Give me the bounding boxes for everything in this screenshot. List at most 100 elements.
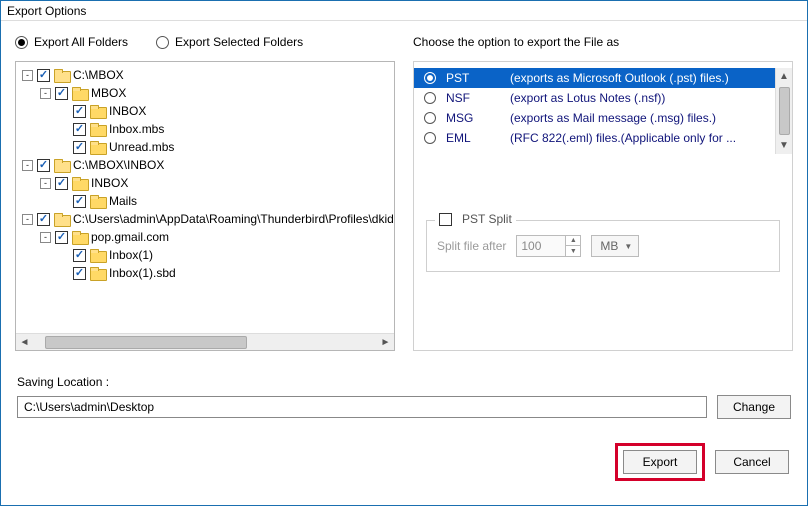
tree-expander-icon[interactable]: - bbox=[40, 88, 51, 99]
export-format-heading: Choose the option to export the File as bbox=[413, 31, 793, 53]
tree-item-label: pop.gmail.com bbox=[91, 230, 169, 244]
tree-item-label: Inbox(1) bbox=[109, 248, 153, 262]
tree-row[interactable]: Unread.mbs bbox=[16, 138, 394, 156]
horizontal-scrollbar[interactable]: ◄ ► bbox=[16, 333, 394, 350]
tree-checkbox[interactable] bbox=[55, 87, 68, 100]
tree-checkbox[interactable] bbox=[37, 213, 50, 226]
tree-row[interactable]: INBOX bbox=[16, 102, 394, 120]
change-button[interactable]: Change bbox=[717, 395, 791, 419]
tree-row[interactable]: - INBOX bbox=[16, 174, 394, 192]
tree-checkbox[interactable] bbox=[73, 195, 86, 208]
tree-item-label: MBOX bbox=[91, 86, 126, 100]
tree-item-label: INBOX bbox=[91, 176, 128, 190]
split-size-field[interactable] bbox=[517, 236, 565, 256]
radio-export-selected[interactable]: Export Selected Folders bbox=[156, 35, 303, 49]
format-name: MSG bbox=[446, 111, 500, 125]
folder-icon bbox=[90, 123, 105, 135]
format-box: ▲ ▼ PST (exports as Microsoft Outlook (.p… bbox=[413, 61, 793, 351]
pst-split-legend-text: PST Split bbox=[462, 212, 512, 226]
tree-row[interactable]: -C:\Users\admin\AppData\Roaming\Thunderb… bbox=[16, 210, 394, 228]
folder-panel: Export All Folders Export Selected Folde… bbox=[15, 31, 395, 351]
scroll-thumb[interactable] bbox=[779, 87, 790, 135]
export-button[interactable]: Export bbox=[623, 450, 697, 474]
export-highlight: Export bbox=[615, 443, 705, 481]
tree-expander-icon[interactable]: - bbox=[22, 160, 33, 171]
scroll-down-icon[interactable]: ▼ bbox=[776, 137, 793, 154]
folder-icon bbox=[54, 69, 69, 81]
tree-expander-icon[interactable]: - bbox=[40, 178, 51, 189]
tree-row[interactable]: Inbox.mbs bbox=[16, 120, 394, 138]
tree-item-label: INBOX bbox=[109, 104, 146, 118]
folder-tree-viewport[interactable]: -C:\MBOX-MBOXINBOXInbox.mbsUnread.mbs-C:… bbox=[16, 62, 394, 333]
vertical-scrollbar[interactable]: ▲ ▼ bbox=[775, 68, 792, 154]
scroll-up-icon[interactable]: ▲ bbox=[776, 68, 793, 85]
tree-expander-icon[interactable]: - bbox=[40, 232, 51, 243]
tree-row[interactable]: - MBOX bbox=[16, 84, 394, 102]
radio-dot-icon bbox=[424, 92, 436, 104]
folder-icon bbox=[72, 231, 87, 243]
scroll-left-icon[interactable]: ◄ bbox=[16, 334, 33, 351]
export-format-panel: Choose the option to export the File as … bbox=[413, 31, 793, 351]
tree-row[interactable]: Inbox(1).sbd bbox=[16, 264, 394, 282]
format-option-pst[interactable]: PST (exports as Microsoft Outlook (.pst) … bbox=[414, 68, 792, 88]
folder-icon bbox=[54, 159, 69, 171]
spin-down-icon[interactable]: ▼ bbox=[565, 246, 580, 256]
folder-icon bbox=[72, 87, 87, 99]
cancel-button[interactable]: Cancel bbox=[715, 450, 789, 474]
tree-checkbox[interactable] bbox=[73, 249, 86, 262]
radio-label: Export All Folders bbox=[34, 35, 128, 49]
radio-export-all[interactable]: Export All Folders bbox=[15, 35, 128, 49]
tree-item-label: Unread.mbs bbox=[109, 140, 174, 154]
scroll-right-icon[interactable]: ► bbox=[377, 334, 394, 351]
pst-split-fieldset: PST Split Split file after ▲ ▼ bbox=[426, 220, 780, 272]
format-option-msg[interactable]: MSG(exports as Mail message (.msg) files… bbox=[414, 108, 792, 128]
format-name: PST bbox=[446, 71, 500, 85]
radio-label: Export Selected Folders bbox=[175, 35, 303, 49]
tree-expander-icon[interactable]: - bbox=[22, 70, 33, 81]
tree-expander-icon[interactable]: - bbox=[22, 214, 33, 225]
scope-radio-group: Export All Folders Export Selected Folde… bbox=[15, 31, 395, 53]
split-size-input[interactable]: ▲ ▼ bbox=[516, 235, 581, 257]
saving-location-input[interactable] bbox=[17, 396, 707, 418]
radio-dot-icon bbox=[15, 36, 28, 49]
tree-row[interactable]: - pop.gmail.com bbox=[16, 228, 394, 246]
tree-checkbox[interactable] bbox=[73, 105, 86, 118]
saving-location-area: Saving Location : Change Export Cancel bbox=[15, 375, 793, 481]
dialog-actions: Export Cancel bbox=[17, 443, 791, 481]
tree-row[interactable]: -C:\MBOX\INBOX bbox=[16, 156, 394, 174]
format-desc: (export as Lotus Notes (.nsf)) bbox=[510, 91, 784, 105]
pst-split-legend[interactable]: PST Split bbox=[435, 212, 516, 226]
format-name: NSF bbox=[446, 91, 500, 105]
tree-checkbox[interactable] bbox=[73, 141, 86, 154]
scroll-thumb[interactable] bbox=[33, 334, 377, 351]
radio-dot-icon bbox=[424, 132, 436, 144]
format-option-eml[interactable]: EML(RFC 822(.eml) files.(Applicable only… bbox=[414, 128, 792, 148]
tree-row[interactable]: -C:\MBOX bbox=[16, 66, 394, 84]
tree-checkbox[interactable] bbox=[37, 69, 50, 82]
folder-icon bbox=[90, 195, 105, 207]
format-option-nsf[interactable]: NSF (export as Lotus Notes (.nsf)) bbox=[414, 88, 792, 108]
tree-item-label: Inbox(1).sbd bbox=[109, 266, 176, 280]
format-name: EML bbox=[446, 131, 500, 145]
spin-up-icon[interactable]: ▲ bbox=[565, 236, 580, 246]
spinner[interactable]: ▲ ▼ bbox=[565, 236, 580, 256]
tree-checkbox[interactable] bbox=[73, 123, 86, 136]
tree-checkbox[interactable] bbox=[55, 177, 68, 190]
radio-dot-icon bbox=[424, 72, 436, 84]
tree-checkbox[interactable] bbox=[55, 231, 68, 244]
folder-icon bbox=[90, 249, 105, 261]
folder-icon bbox=[90, 141, 105, 153]
tree-row[interactable]: Inbox(1) bbox=[16, 246, 394, 264]
window-title: Export Options bbox=[1, 1, 807, 21]
radio-dot-icon bbox=[424, 112, 436, 124]
format-desc: (exports as Microsoft Outlook (.pst) fil… bbox=[510, 71, 784, 85]
format-list: ▲ ▼ PST (exports as Microsoft Outlook (.p… bbox=[414, 62, 792, 154]
tree-checkbox[interactable] bbox=[73, 267, 86, 280]
tree-checkbox[interactable] bbox=[37, 159, 50, 172]
tree-row[interactable]: Mails bbox=[16, 192, 394, 210]
pst-split-checkbox[interactable] bbox=[439, 213, 452, 226]
saving-location-label: Saving Location : bbox=[17, 375, 791, 389]
split-unit-select[interactable]: MB ▼ bbox=[591, 235, 639, 257]
radio-dot-icon bbox=[156, 36, 169, 49]
split-unit-value: MB bbox=[600, 239, 618, 253]
